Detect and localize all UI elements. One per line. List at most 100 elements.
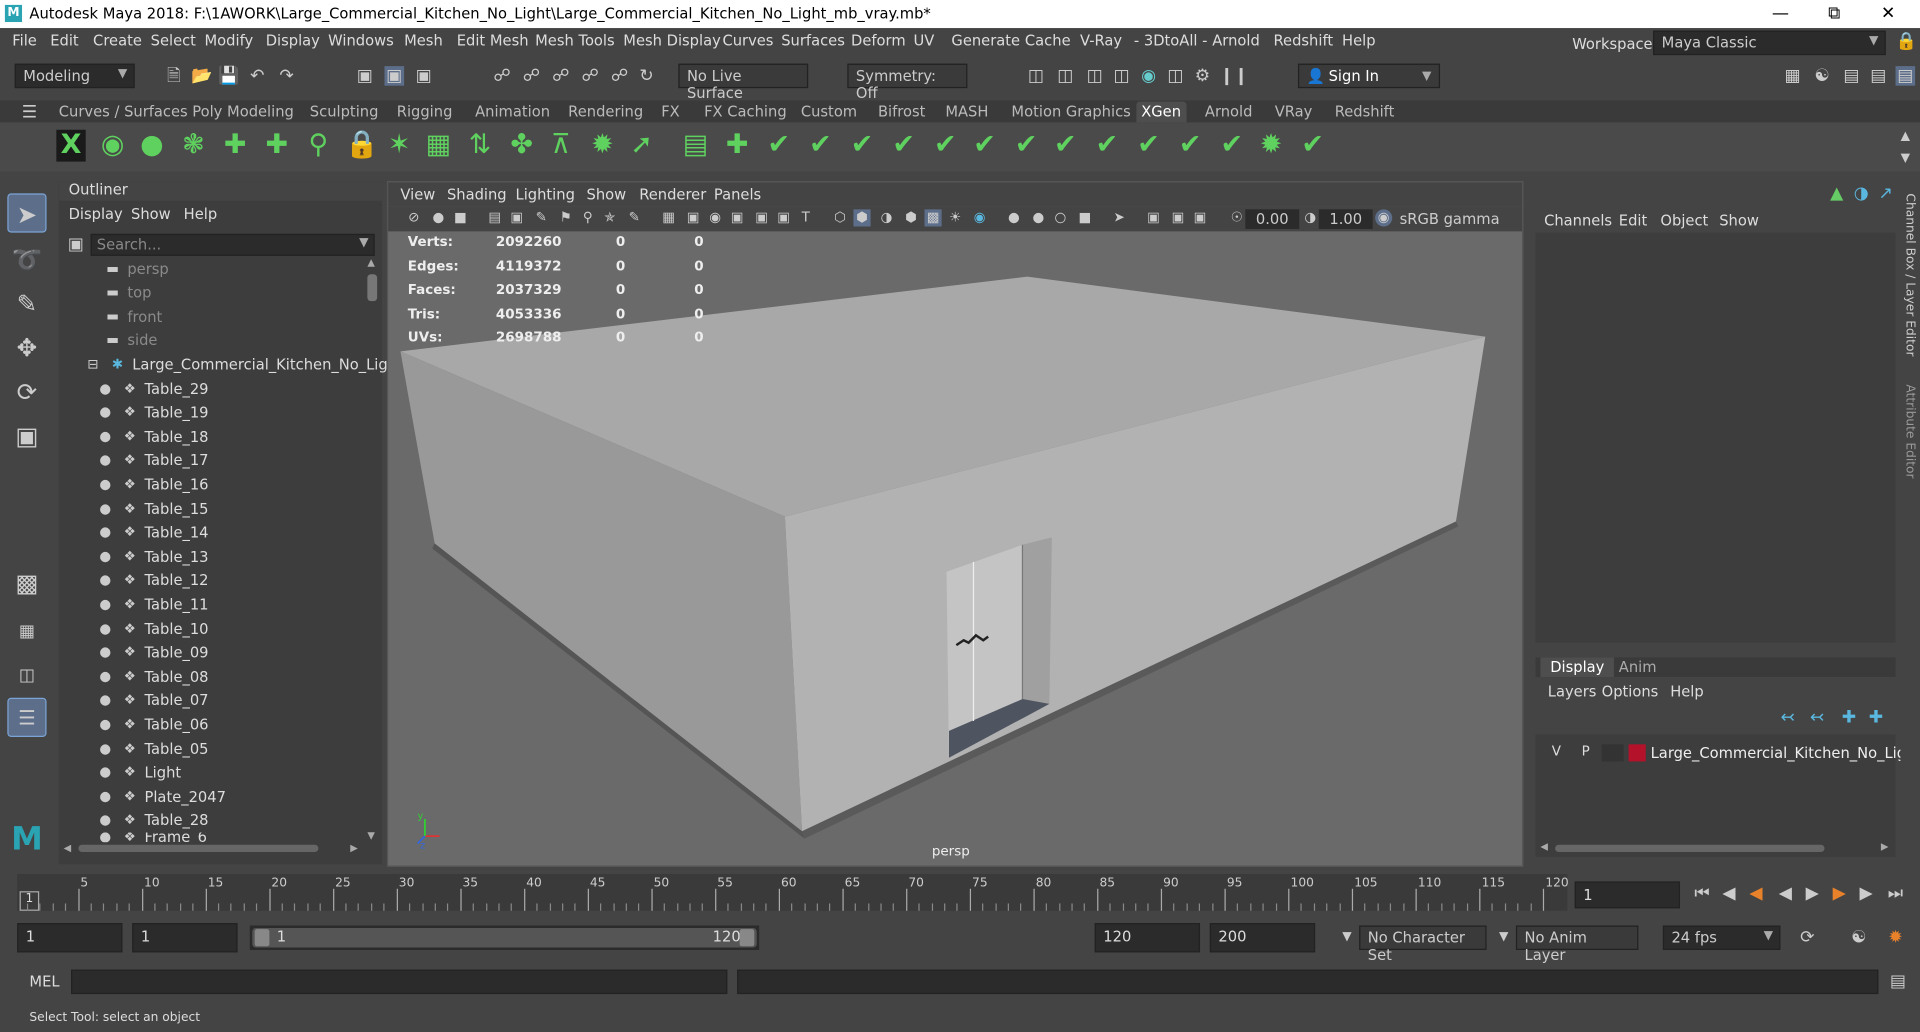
xgen-patch-icon[interactable]: ● [137,130,166,162]
tab-attribute-editor[interactable]: Attribute Editor [1903,384,1916,478]
outliner-item-row[interactable]: ● ❖ Light [96,761,181,784]
safe-title-icon[interactable]: T [797,209,814,226]
scroll-right-icon[interactable]: ▶ [1881,841,1889,852]
outliner-item-row[interactable]: ● ❖ Table_12 [96,569,208,592]
menu-create[interactable]: Create [93,32,142,49]
scroll-up-icon[interactable]: ▲ [367,257,375,268]
command-language-label[interactable]: MEL [29,973,59,990]
outliner-item-row[interactable]: ● ❖ Table_17 [96,449,208,472]
xgen-placement-icon[interactable]: ✚ [262,130,291,162]
layers-menu-options[interactable]: Options [1602,683,1659,700]
textured-icon[interactable]: ⬢ [902,209,919,226]
tab-rigging[interactable]: Rigging [392,102,457,123]
exposure-icon[interactable]: ☉ [1228,209,1245,226]
select-object-icon[interactable]: ▣ [384,66,405,86]
outliner-hscrollbar[interactable]: ◀ ▶ [64,842,363,854]
tab-curves-surfaces[interactable]: Curves / Surfaces [54,102,193,123]
ambient-occlusion-icon[interactable]: ◉ [971,209,988,226]
groom-brush-2-icon[interactable]: ✔ [806,130,835,162]
menu-mesh-tools[interactable]: Mesh Tools [535,32,615,49]
layer-playback-toggle[interactable]: P [1575,743,1597,763]
minimize-icon[interactable]: — [1753,1,1807,25]
two-panel-layout-icon[interactable]: ◫ [7,656,46,695]
xgen-noise-icon[interactable]: ✹ [588,130,617,162]
xgen-export-icon[interactable]: ➚ [627,130,656,162]
snap-vertex-icon[interactable]: ↻ [637,66,657,86]
grease-icon[interactable]: ✎ [626,209,643,226]
outliner-menu-display[interactable]: Display [69,206,123,223]
redo-icon[interactable]: ↷ [277,66,297,86]
step-back-key-icon[interactable]: ◀ [1746,884,1766,904]
groom-brush-1-icon[interactable]: ✔ [764,130,793,162]
groom-brush-9-icon[interactable]: ✔ [1092,130,1121,162]
gamma-icon[interactable]: ◑ [1302,209,1319,226]
outliner-item-row[interactable]: ● ❖ Table_05 [96,737,208,760]
snap-point-icon[interactable]: ☍ [551,66,571,86]
outliner-item-row[interactable]: ● ❖ Table_18 [96,425,208,448]
symmetry-dropdown[interactable]: Symmetry: Off [847,63,968,102]
anti-alias-icon[interactable]: ● [1030,209,1047,226]
wireframe-on-shaded-icon[interactable]: ◑ [878,209,895,226]
groom-brush-10-icon[interactable]: ✔ [1134,130,1163,162]
loop-icon[interactable]: ⟳ [1798,928,1818,948]
tab-fx[interactable]: FX [656,102,684,123]
tab-layer-display[interactable]: Display [1540,657,1615,677]
xgen-add-guide-icon[interactable]: ✚ [220,130,249,162]
character-set-dropdown-icon[interactable]: ▼ [1337,928,1357,948]
current-time-marker[interactable]: 1 [19,891,40,911]
groom-brush-3-icon[interactable]: ✔ [847,130,876,162]
menu-mesh[interactable]: Mesh [404,32,443,49]
isolate-icon[interactable]: ⚲ [579,209,596,226]
go-to-end-icon[interactable]: ⏭ [1886,884,1906,904]
close-icon[interactable]: ✕ [1861,1,1915,25]
step-forward-icon[interactable]: ▶ [1856,884,1876,904]
render-settings-icon[interactable]: ◫ [1112,66,1132,86]
ipr-render-icon[interactable]: ◫ [1085,66,1105,86]
groom-brush-6-icon[interactable]: ✔ [970,130,999,162]
tab-channel-box-layer-editor[interactable]: Channel Box / Layer Editor [1903,193,1916,356]
interactive-groom-icon[interactable]: ▤ [681,130,710,162]
backface-culling-icon[interactable]: ▣ [1191,209,1208,226]
anim-layer-dropdown-icon[interactable]: ▼ [1494,928,1514,948]
scroll-down-icon[interactable]: ▼ [367,830,375,841]
groom-brush-11-icon[interactable]: ✔ [1176,130,1205,162]
safe-action-icon[interactable]: ▣ [775,209,792,226]
channels-menu-show[interactable]: Show [1719,212,1759,229]
viewport-panel[interactable]: View Shading Lighting Show Renderer Pane… [386,181,1524,867]
select-hierarchy-icon[interactable]: ▣ [355,66,375,86]
menu-surfaces[interactable]: Surfaces [781,32,845,49]
undo-icon[interactable]: ↶ [247,66,267,86]
float-panel-icon[interactable]: ↗ [1876,184,1896,204]
move-layer-up-icon[interactable]: ↢ [1778,708,1798,728]
restore-icon[interactable]: ⧉ [1807,1,1861,25]
tab-redshift[interactable]: Redshift [1330,102,1399,123]
outliner-search-input[interactable]: Search... ▼ [90,233,375,256]
outliner-camera-row[interactable]: ▬ side [103,328,157,351]
four-view-layout-icon[interactable]: ▦ [7,612,46,651]
tab-bifrost[interactable]: Bifrost [873,102,930,123]
rotate-tool-icon[interactable]: ⟳ [7,372,46,411]
character-controls-icon[interactable]: ☯ [1812,66,1832,86]
layer-color-swatch[interactable] [1628,744,1646,762]
scale-tool-icon[interactable]: ▣ [7,416,46,455]
menu-vray[interactable]: V-Ray [1080,32,1122,49]
outliner-camera-row[interactable]: ▬ front [103,305,162,328]
camera-select-icon[interactable]: ⊘ [405,209,422,226]
menu-help[interactable]: Help [1342,32,1376,49]
outliner-camera-row[interactable]: ▬ persp [103,257,168,280]
smooth-shade-icon[interactable]: ⬢ [853,209,871,227]
range-start-grip[interactable] [254,929,270,947]
viewport-menu-panels[interactable]: Panels [714,186,761,203]
tab-arnold[interactable]: Arnold [1200,102,1257,123]
save-scene-icon[interactable]: 💾 [218,66,239,86]
paint-select-icon[interactable]: ✎ [7,284,46,323]
groom-brush-13-icon[interactable]: ✹ [1256,130,1285,162]
xgen-grid-icon[interactable]: ▦ [424,130,453,162]
channels-menu-object[interactable]: Object [1660,212,1708,229]
menu-uv[interactable]: UV [913,32,934,49]
layers-menu-help[interactable]: Help [1670,683,1704,700]
outliner-item-row[interactable]: ● ❖ Table_13 [96,545,208,568]
menu-file[interactable]: File [12,32,37,49]
tab-rendering[interactable]: Rendering [563,102,648,123]
snap-grid-icon[interactable]: ☍ [492,66,512,86]
